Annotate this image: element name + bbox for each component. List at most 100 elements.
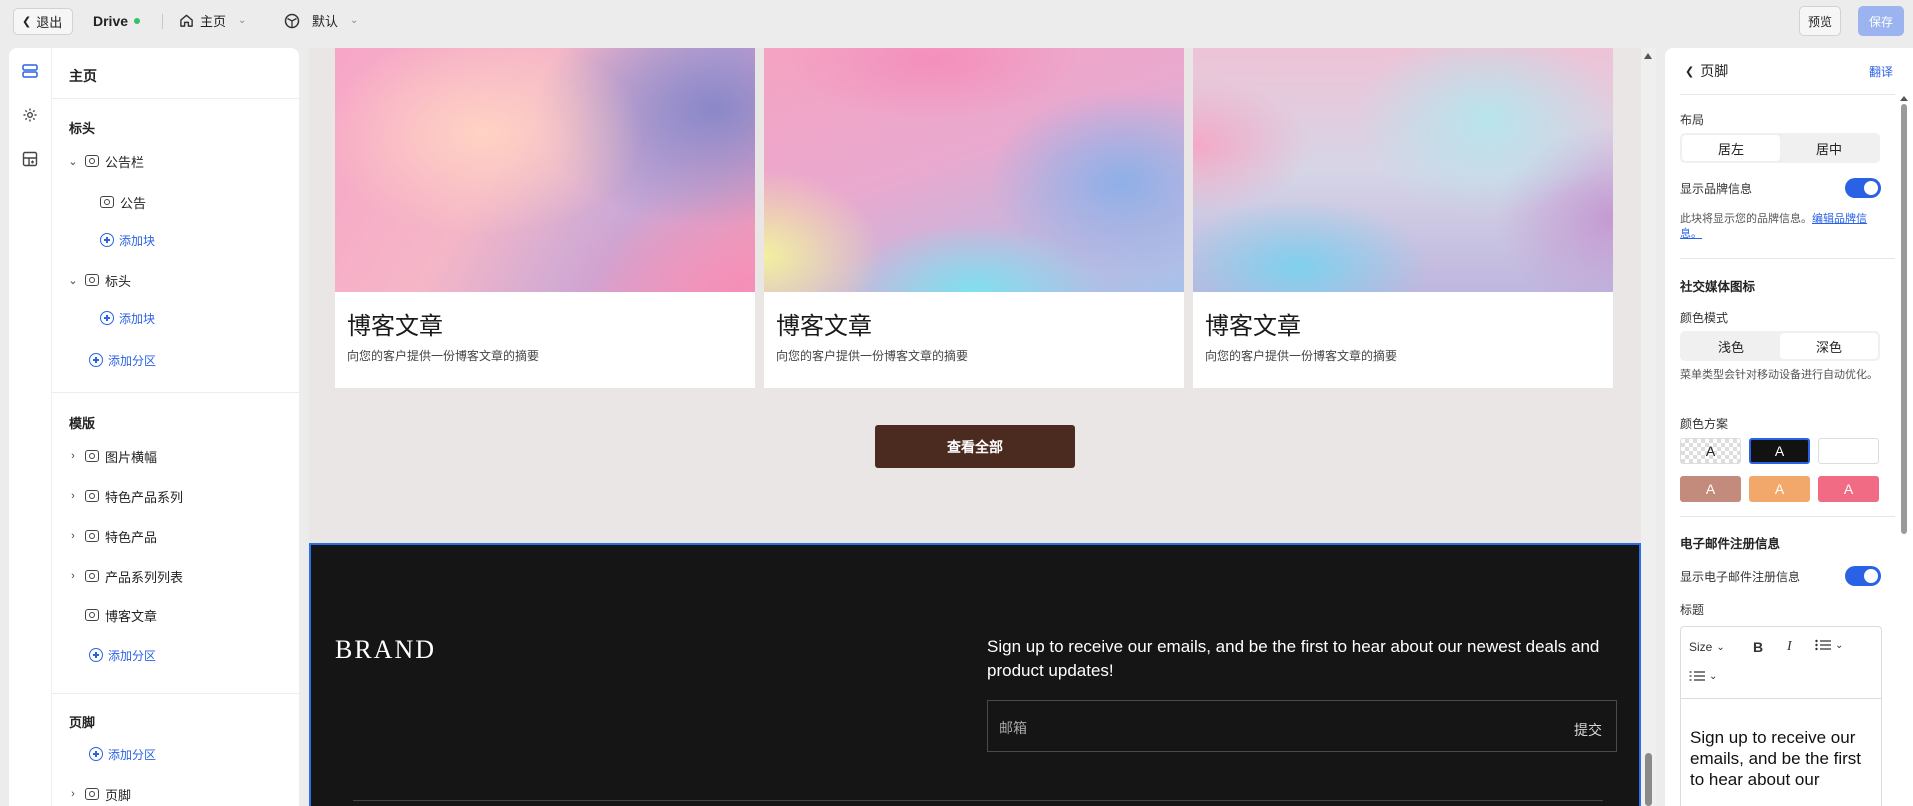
color-swatch-brown[interactable]: A	[1680, 476, 1741, 502]
blocks-icon[interactable]	[21, 150, 39, 168]
chevron-down-icon: ⌄	[350, 15, 359, 26]
divider	[52, 98, 299, 99]
tree-item-label: 公告栏	[105, 154, 145, 170]
tree-item-announcement-bar[interactable]: ⌄ 公告栏	[67, 151, 144, 171]
editor-content[interactable]: Sign up to receive our emails, and be th…	[1690, 727, 1875, 790]
numbered-list-dropdown[interactable]: ⌄	[1689, 670, 1717, 682]
exit-button[interactable]: ❮ 退出	[13, 8, 74, 35]
scroll-up-icon[interactable]	[1644, 53, 1652, 59]
chevron-left-icon: ❮	[1685, 65, 1695, 78]
tree-item-image-banner[interactable]: › 图片横幅	[67, 446, 157, 466]
settings-icon[interactable]	[21, 106, 39, 124]
add-section-button[interactable]: 添加分区	[89, 351, 156, 369]
color-mode-dark[interactable]: 深色	[1780, 333, 1878, 359]
bullet-list-dropdown[interactable]: ⌄	[1815, 639, 1843, 651]
add-section-button[interactable]: 添加分区	[89, 745, 156, 763]
chevron-right-icon[interactable]: ›	[67, 788, 79, 800]
add-block-button[interactable]: 添加块	[100, 309, 155, 327]
divider	[1680, 516, 1895, 517]
plus-circle-icon	[89, 747, 103, 761]
section-icon	[85, 155, 99, 167]
plus-circle-icon	[89, 353, 103, 367]
divider	[52, 392, 299, 393]
footer-section[interactable]: BRAND Sign up to receive our emails, and…	[309, 543, 1641, 806]
chevron-down-icon[interactable]: ⌄	[67, 274, 79, 287]
page-selector[interactable]: 主页 ⌄	[179, 11, 246, 30]
color-swatch-white[interactable]: A	[1818, 438, 1879, 464]
theme-selector[interactable]: 默认 ⌄	[284, 11, 358, 30]
chevron-right-icon[interactable]: ›	[67, 530, 79, 542]
add-section-button[interactable]: 添加分区	[89, 646, 156, 664]
app-name: Drive	[93, 13, 141, 29]
tree-item-blog-posts[interactable]: 博客文章	[85, 605, 157, 625]
color-mode-light[interactable]: 浅色	[1682, 333, 1780, 359]
add-block-button[interactable]: 添加块	[100, 231, 155, 249]
show-email-toggle[interactable]	[1845, 566, 1881, 586]
font-size-dropdown[interactable]: Size ⌄	[1689, 640, 1725, 654]
rich-text-editor[interactable]: Size ⌄ B I ⌄ ⌄ Sign up to receive our em…	[1680, 626, 1882, 806]
blog-card[interactable]: 博客文章 向您的客户提供一份博客文章的摘要	[335, 48, 755, 388]
footer-group-label: 页脚	[69, 715, 96, 730]
bullet-list-icon	[1815, 639, 1831, 651]
tree-item-footer[interactable]: › 页脚	[67, 784, 131, 804]
layout-segmented-control[interactable]: 居左 居中	[1680, 133, 1880, 163]
chevron-right-icon[interactable]: ›	[67, 570, 79, 582]
email-field[interactable]: 邮箱 提交	[987, 700, 1617, 752]
section-icon	[85, 274, 99, 286]
chevron-right-icon[interactable]: ›	[67, 490, 79, 502]
color-mode-segmented-control[interactable]: 浅色 深色	[1680, 331, 1880, 361]
color-swatch-orange[interactable]: A	[1749, 476, 1810, 502]
tree-item-announcement[interactable]: 公告	[100, 192, 146, 212]
numbered-list-icon	[1689, 671, 1705, 681]
scroll-up-icon[interactable]	[1900, 96, 1908, 101]
show-brand-toggle[interactable]	[1845, 178, 1881, 198]
bold-button[interactable]: B	[1753, 639, 1763, 655]
add-section-label: 添加分区	[108, 353, 157, 368]
blog-card-image	[764, 48, 1184, 292]
chevron-right-icon[interactable]: ›	[67, 450, 79, 462]
settings-panel: ❮ 页脚 翻译 布局 居左 居中 显示品牌信息 此块将显示您的品牌信息。编辑品牌…	[1665, 48, 1913, 806]
tree-item-header[interactable]: ⌄ 标头	[67, 270, 131, 290]
chevron-down-icon[interactable]: ⌄	[67, 155, 79, 168]
section-icon	[85, 788, 99, 800]
submit-button[interactable]: 提交	[1574, 720, 1602, 740]
section-icon	[85, 530, 99, 542]
layout-option-left[interactable]: 居左	[1682, 135, 1780, 161]
tree-item-label: 特色产品	[105, 529, 158, 545]
add-section-label: 添加分区	[108, 648, 157, 663]
template-group-label: 模版	[69, 416, 96, 431]
layout-label: 布局	[1680, 113, 1705, 127]
chevron-down-icon: ⌄	[1709, 670, 1718, 682]
email-signup-heading: 电子邮件注册信息	[1680, 537, 1781, 551]
blog-card[interactable]: 博客文章 向您的客户提供一份博客文章的摘要	[764, 48, 1184, 388]
preview-canvas: 博客文章 向您的客户提供一份博客文章的摘要 博客文章 向您的客户提供一份博客文章…	[309, 48, 1641, 806]
blog-card[interactable]: 博客文章 向您的客户提供一份博客文章的摘要	[1193, 48, 1613, 388]
blog-card-description: 向您的客户提供一份博客文章的摘要	[347, 349, 540, 363]
tree-item-featured-collection[interactable]: › 特色产品系列	[67, 486, 183, 506]
panel-scrollbar-thumb[interactable]	[1901, 104, 1907, 534]
color-swatch-pink[interactable]: A	[1818, 476, 1879, 502]
view-all-button[interactable]: 查看全部	[875, 425, 1075, 468]
canvas-scrollbar[interactable]	[1641, 48, 1656, 806]
color-swatch-black[interactable]: A	[1749, 438, 1810, 464]
tree-item-featured-product[interactable]: › 特色产品	[67, 526, 157, 546]
blog-card-title: 博客文章	[347, 312, 443, 340]
exit-label: 退出	[36, 15, 63, 30]
layout-option-center[interactable]: 居中	[1780, 135, 1878, 161]
status-dot-icon	[134, 18, 141, 24]
preview-button[interactable]: 预览	[1799, 6, 1841, 36]
back-button[interactable]: ❮ 页脚	[1685, 61, 1728, 81]
tree-item-label: 页脚	[105, 787, 132, 803]
tree-item-collection-list[interactable]: › 产品系列列表	[67, 566, 183, 586]
sections-icon[interactable]	[21, 62, 39, 80]
show-email-label: 显示电子邮件注册信息	[1680, 570, 1801, 584]
scrollbar-thumb[interactable]	[1645, 753, 1652, 806]
page-title: 主页	[69, 68, 97, 84]
color-mode-note: 菜单类型会针对移动设备进行自动优化。	[1680, 369, 1878, 381]
top-bar: ❮ 退出 Drive 主页 ⌄ 默认 ⌄ 预览 保存	[0, 0, 1913, 42]
italic-button[interactable]: I	[1787, 639, 1792, 655]
tree-item-label: 图片横幅	[105, 449, 158, 465]
color-swatch-transparent[interactable]: A	[1680, 438, 1741, 464]
translate-link[interactable]: 翻译	[1869, 63, 1893, 80]
save-button[interactable]: 保存	[1858, 6, 1904, 36]
